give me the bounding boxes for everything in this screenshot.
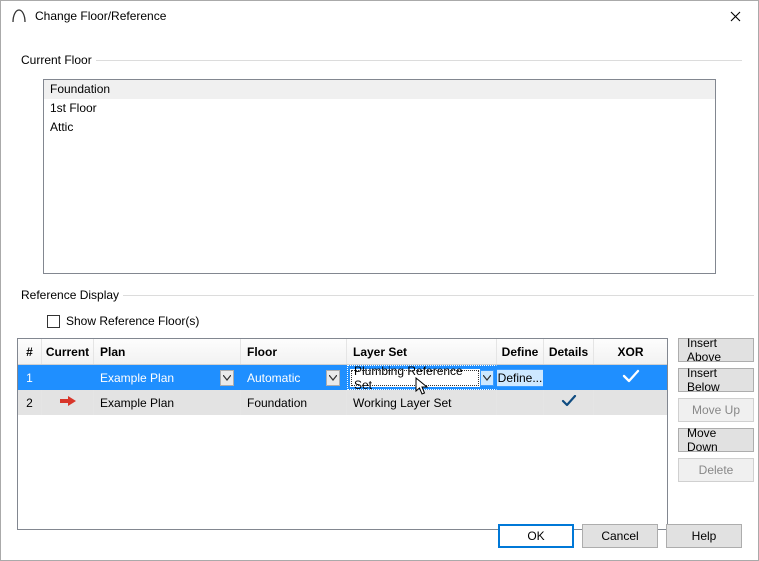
reference-display-label: Reference Display (17, 288, 123, 302)
cell-current (42, 390, 94, 415)
floor-item-foundation[interactable]: Foundation (44, 80, 715, 99)
help-button[interactable]: Help (666, 524, 742, 548)
dialog-change-floor-reference: Change Floor/Reference Current Floor Fou… (0, 0, 759, 561)
cell-floor[interactable]: Foundation (241, 390, 347, 415)
chevron-down-icon[interactable] (480, 370, 494, 386)
col-details[interactable]: Details (544, 339, 594, 364)
current-floor-label: Current Floor (17, 53, 96, 67)
dialog-title: Change Floor/Reference (35, 9, 166, 23)
app-icon (11, 8, 27, 24)
check-icon (561, 395, 577, 410)
move-up-button[interactable]: Move Up (678, 398, 754, 422)
current-arrow-icon (59, 395, 77, 410)
check-icon (622, 369, 640, 386)
cell-plan[interactable]: Example Plan (94, 365, 241, 390)
reference-grid: # Current Plan Floor Layer Set Define De… (17, 338, 668, 530)
cancel-button[interactable]: Cancel (582, 524, 658, 548)
cell-plan-value: Example Plan (100, 371, 174, 385)
cell-floor-value: Automatic (247, 371, 300, 385)
col-floor[interactable]: Floor (241, 339, 347, 364)
chevron-down-icon[interactable] (220, 370, 234, 386)
floor-item-attic[interactable]: Attic (44, 118, 715, 137)
define-button[interactable]: Define... (497, 369, 544, 387)
cell-num: 2 (18, 390, 42, 415)
grid-side-buttons: Insert Above Insert Below Move Up Move D… (678, 338, 754, 482)
col-xor[interactable]: XOR (594, 339, 667, 364)
cell-xor[interactable] (594, 365, 667, 390)
cell-xor[interactable] (594, 390, 667, 415)
col-num[interactable]: # (18, 339, 42, 364)
grid-header: # Current Plan Floor Layer Set Define De… (18, 339, 667, 365)
grid-row-2[interactable]: 2 Example Plan Foundation Working Layer … (18, 390, 667, 415)
grid-row-1[interactable]: 1 Example Plan Automatic (18, 365, 667, 390)
col-define[interactable]: Define (497, 339, 544, 364)
show-reference-checkbox[interactable] (47, 315, 60, 328)
cell-plan[interactable]: Example Plan (94, 390, 241, 415)
move-down-button[interactable]: Move Down (678, 428, 754, 452)
titlebar: Change Floor/Reference (1, 1, 758, 31)
cell-layerset-value: Plumbing Reference Set (350, 369, 480, 387)
cell-details[interactable] (544, 365, 594, 390)
cell-num: 1 (18, 365, 42, 390)
col-plan[interactable]: Plan (94, 339, 241, 364)
chevron-down-icon[interactable] (326, 370, 340, 386)
floor-item-1st[interactable]: 1st Floor (44, 99, 715, 118)
dialog-footer: OK Cancel Help (498, 524, 742, 548)
col-layerset[interactable]: Layer Set (347, 339, 497, 364)
current-floor-group: Current Floor Foundation 1st Floor Attic (17, 53, 742, 274)
col-current[interactable]: Current (42, 339, 94, 364)
reference-display-group: Reference Display Show Reference Floor(s… (17, 288, 754, 530)
delete-button[interactable]: Delete (678, 458, 754, 482)
cell-layerset[interactable]: Plumbing Reference Set (347, 365, 497, 390)
floor-list[interactable]: Foundation 1st Floor Attic (43, 79, 716, 274)
ok-button[interactable]: OK (498, 524, 574, 548)
cell-floor[interactable]: Automatic (241, 365, 347, 390)
cell-define[interactable] (497, 390, 544, 415)
close-button[interactable] (713, 1, 758, 31)
cell-layerset[interactable]: Working Layer Set (347, 390, 497, 415)
cell-details[interactable] (544, 390, 594, 415)
cell-current (42, 365, 94, 390)
cell-define[interactable]: Define... (497, 365, 544, 390)
show-reference-label: Show Reference Floor(s) (66, 314, 199, 328)
insert-above-button[interactable]: Insert Above (678, 338, 754, 362)
insert-below-button[interactable]: Insert Below (678, 368, 754, 392)
